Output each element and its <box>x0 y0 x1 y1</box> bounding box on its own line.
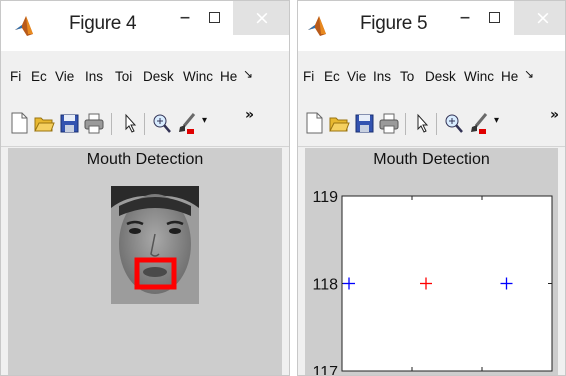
toolbar-separator <box>144 113 145 135</box>
figure-5-window: Figure 5 – × Fi Ec Vie Ins To Desk Winc … <box>297 0 566 376</box>
y-tick-label: 118 <box>312 277 338 294</box>
menu-view[interactable]: Vie <box>55 69 74 84</box>
new-file-icon[interactable] <box>303 111 325 135</box>
maximize-button[interactable] <box>479 1 509 35</box>
open-folder-icon[interactable] <box>33 111 55 135</box>
menu-insert[interactable]: Ins <box>85 69 103 84</box>
matlab-icon <box>308 16 326 36</box>
plot-area <box>341 195 553 372</box>
axes-title: Mouth Detection <box>373 151 490 168</box>
menu-overflow-icon[interactable]: ↘ <box>243 67 253 81</box>
brush-icon[interactable] <box>176 111 198 135</box>
pointer-icon[interactable] <box>119 111 141 135</box>
title-bar[interactable]: Figure 5 – × <box>298 1 565 51</box>
brush-dropdown-icon[interactable]: ▾ <box>202 115 207 126</box>
brush-dropdown-icon[interactable]: ▾ <box>494 115 499 126</box>
menu-file[interactable]: Fi <box>303 69 314 84</box>
toolbar-overflow-icon[interactable]: » <box>245 107 254 123</box>
menu-window[interactable]: Winc <box>464 69 494 84</box>
pointer-icon[interactable] <box>411 111 433 135</box>
print-icon[interactable] <box>83 111 105 135</box>
menu-file[interactable]: Fi <box>10 69 21 84</box>
toolbar-separator <box>111 113 112 135</box>
menu-tools[interactable]: Toi <box>115 69 139 84</box>
close-button[interactable]: × <box>233 1 289 35</box>
menu-window[interactable]: Winc <box>183 69 213 84</box>
new-file-icon[interactable] <box>8 111 30 135</box>
y-tick-label: 119 <box>312 189 338 206</box>
save-icon[interactable] <box>58 111 80 135</box>
toolbar: ▾ » <box>298 103 565 147</box>
window-title: Figure 4 <box>69 13 137 34</box>
menu-view[interactable]: Vie <box>347 69 366 84</box>
minimize-button[interactable]: – <box>170 1 200 35</box>
maximize-icon <box>488 12 500 23</box>
menu-edit[interactable]: Ec <box>31 69 47 84</box>
menu-insert[interactable]: Ins <box>373 69 391 84</box>
menu-overflow-icon[interactable]: ↘ <box>524 67 534 81</box>
toolbar-separator <box>436 113 437 135</box>
y-tick-label: 117 <box>312 364 338 376</box>
maximize-icon <box>208 12 220 23</box>
menu-tools[interactable]: To <box>400 69 414 84</box>
menu-desktop[interactable]: Desk <box>143 69 174 84</box>
save-icon[interactable] <box>353 111 375 135</box>
zoom-in-icon[interactable] <box>443 111 465 135</box>
maximize-button[interactable] <box>199 1 229 35</box>
close-button[interactable]: × <box>514 1 565 35</box>
toolbar: ▾ » <box>1 103 289 147</box>
menu-help[interactable]: He <box>501 69 518 84</box>
figure-canvas: Mouth Detection 20406080117118119 <box>305 148 558 375</box>
menu-bar: Fi Ec Vie Ins To Desk Winc He ↘ <box>298 63 565 93</box>
figure-canvas: Mouth Detection <box>8 148 282 375</box>
menu-edit[interactable]: Ec <box>324 69 340 84</box>
menu-desktop[interactable]: Desk <box>425 69 461 84</box>
brush-icon[interactable] <box>468 111 490 135</box>
menu-bar: Fi Ec Vie Ins Toi Desk Winc He ↘ <box>1 63 289 93</box>
face-image <box>111 186 199 304</box>
zoom-in-icon[interactable] <box>151 111 173 135</box>
menu-help[interactable]: He <box>220 69 237 84</box>
toolbar-separator <box>405 113 406 135</box>
figure-4-window: Figure 4 – × Fi Ec Vie Ins Toi Desk Winc… <box>0 0 290 376</box>
open-folder-icon[interactable] <box>328 111 350 135</box>
matlab-icon <box>15 16 33 36</box>
print-icon[interactable] <box>378 111 400 135</box>
axes-title: Mouth Detection <box>86 151 204 168</box>
minimize-button[interactable]: – <box>450 1 480 35</box>
title-bar[interactable]: Figure 4 – × <box>1 1 289 51</box>
toolbar-overflow-icon[interactable]: » <box>550 107 559 123</box>
scatter-plot: 20406080117118119 <box>312 189 553 375</box>
window-title: Figure 5 <box>360 13 428 34</box>
